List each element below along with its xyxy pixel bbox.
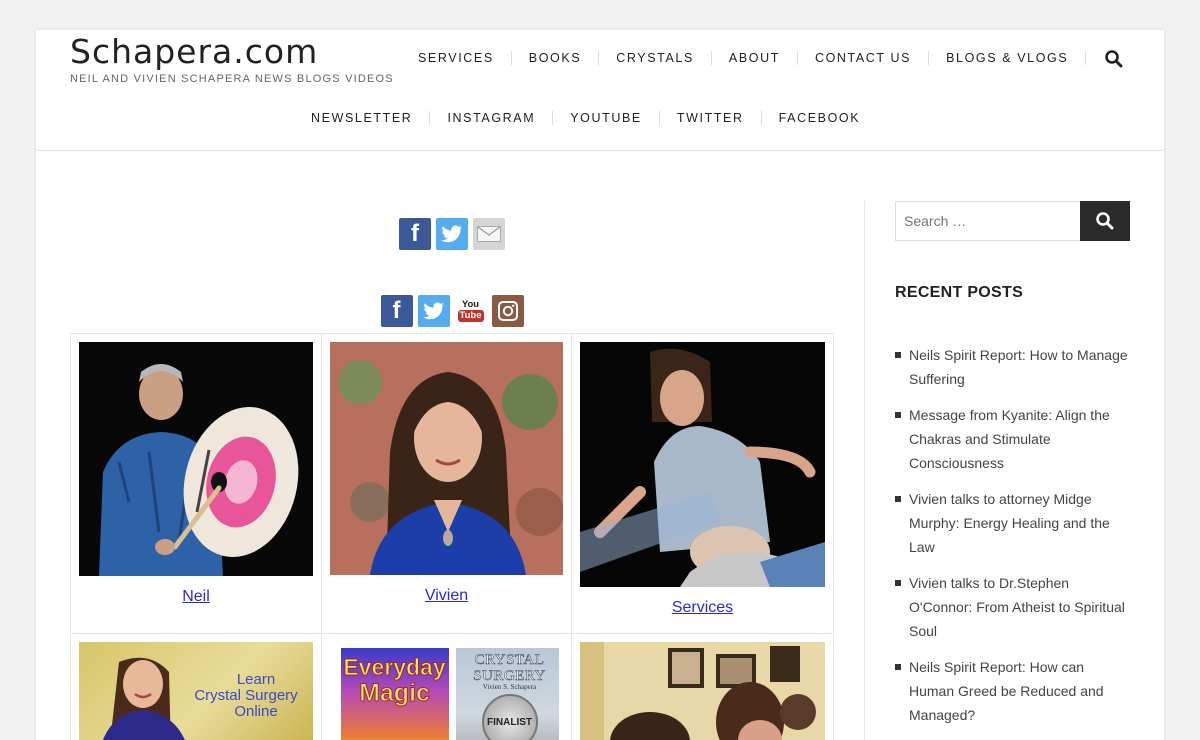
social-follow-buttons: f You Tube <box>70 295 834 327</box>
nav-item-facebook[interactable]: FACEBOOK <box>762 111 878 125</box>
book1-title-line2: Magic <box>359 679 431 707</box>
recent-posts-list: Neils Spirit Report: How to Manage Suffe… <box>895 343 1130 739</box>
grid-cell-services: Services <box>571 333 834 634</box>
recent-post-item[interactable]: Neils Spirit Report: How can Human Greed… <box>895 655 1130 727</box>
page-container: Schapera.com NEIL AND VIVIEN SCHAPERA NE… <box>36 30 1164 740</box>
finalist-badge-text: FINALIST <box>487 716 532 728</box>
finalist-badge: FINALIST <box>481 694 538 740</box>
promo-crystal-text: Crystal Surgery <box>194 687 298 704</box>
grid-cell-neil: Neil <box>70 333 322 634</box>
profile-grid: Neil Vivien Services Learn Crystal Surge… <box>70 333 834 740</box>
nav-item-newsletter[interactable]: NEWSLETTER <box>294 111 431 125</box>
recent-post-item[interactable]: Message from Kyanite: Align the Chakras … <box>895 403 1130 475</box>
youtube-icon[interactable]: You Tube <box>454 295 487 327</box>
nav-item-youtube[interactable]: YOUTUBE <box>553 111 660 125</box>
services-photo[interactable] <box>580 342 825 587</box>
book2-title-line1: CRYSTAL <box>474 652 545 669</box>
neil-link[interactable]: Neil <box>79 588 313 606</box>
search-input[interactable] <box>895 201 1081 241</box>
vivien-photo[interactable] <box>330 342 563 575</box>
recent-post-item[interactable]: Vivien talks to attorney Midge Murphy: E… <box>895 487 1130 559</box>
book2-title-line2: SURGERY <box>473 668 546 684</box>
book1-title-line1: Everyday <box>343 654 446 681</box>
books-promo[interactable]: Everyday Magic CRYSTAL SURGERY Vivien S.… <box>334 642 559 740</box>
primary-nav: SERVICES BOOKS CRYSTALS ABOUT CONTACT US… <box>401 51 1087 65</box>
crystal-surgery-book-cover: CRYSTAL SURGERY Vivien S. Schapera FINAL… <box>455 648 559 740</box>
site-header: Schapera.com NEIL AND VIVIEN SCHAPERA NE… <box>36 30 1164 151</box>
recent-post-item[interactable]: Neils Spirit Report: How to Manage Suffe… <box>895 343 1130 391</box>
share-buttons: f <box>70 218 834 250</box>
youtube-logo-tube: Tube <box>457 310 484 322</box>
book2-author: Vivien S. Schapera <box>482 683 537 691</box>
grid-cell-course: Learn Crystal Surgery Online <box>70 633 322 740</box>
nav-item-books[interactable]: BOOKS <box>512 51 600 65</box>
services-link[interactable]: Services <box>580 599 825 617</box>
search-icon[interactable] <box>1104 49 1126 71</box>
twitter-icon[interactable] <box>417 295 450 327</box>
promo-online-text: Online <box>234 703 278 720</box>
site-tagline: NEIL AND VIVIEN SCHAPERA NEWS BLOGS VIDE… <box>70 73 394 85</box>
recent-posts-title: RECENT POSTS <box>895 284 1024 301</box>
recent-post-item[interactable]: Vivien talks to Dr.Stephen O'Connor: Fro… <box>895 571 1130 643</box>
grid-cell-vivien: Vivien <box>321 333 572 634</box>
neil-photo[interactable] <box>79 342 313 576</box>
nav-item-contact-us[interactable]: CONTACT US <box>798 51 930 65</box>
facebook-icon[interactable]: f <box>399 218 431 250</box>
grid-cell-session <box>571 633 834 740</box>
nav-item-twitter[interactable]: TWITTER <box>660 111 762 125</box>
everyday-magic-book-cover: Everyday Magic <box>340 648 449 740</box>
nav-item-instagram[interactable]: INSTAGRAM <box>430 111 554 125</box>
search-submit-button[interactable] <box>1080 201 1130 241</box>
site-title[interactable]: Schapera.com <box>70 32 318 71</box>
sidebar-divider <box>864 201 865 740</box>
crystal-surgery-course-promo[interactable]: Learn Crystal Surgery Online <box>79 642 313 740</box>
youtube-logo-you: You <box>461 299 480 310</box>
nav-item-crystals[interactable]: CRYSTALS <box>599 51 712 65</box>
session-photo[interactable] <box>580 642 825 740</box>
email-icon[interactable] <box>473 218 505 250</box>
nav-item-services[interactable]: SERVICES <box>401 51 512 65</box>
promo-learn-text: Learn <box>236 671 276 688</box>
vivien-link[interactable]: Vivien <box>330 587 563 605</box>
facebook-icon[interactable]: f <box>380 295 413 327</box>
grid-cell-books: Everyday Magic CRYSTAL SURGERY Vivien S.… <box>321 633 572 740</box>
search-icon <box>1096 212 1114 230</box>
secondary-nav: NEWSLETTER INSTAGRAM YOUTUBE TWITTER FAC… <box>294 111 877 125</box>
nav-item-blogs-vlogs[interactable]: BLOGS & VLOGS <box>929 51 1087 65</box>
instagram-icon[interactable] <box>491 295 524 327</box>
nav-item-about[interactable]: ABOUT <box>712 51 798 65</box>
twitter-icon[interactable] <box>436 218 468 250</box>
